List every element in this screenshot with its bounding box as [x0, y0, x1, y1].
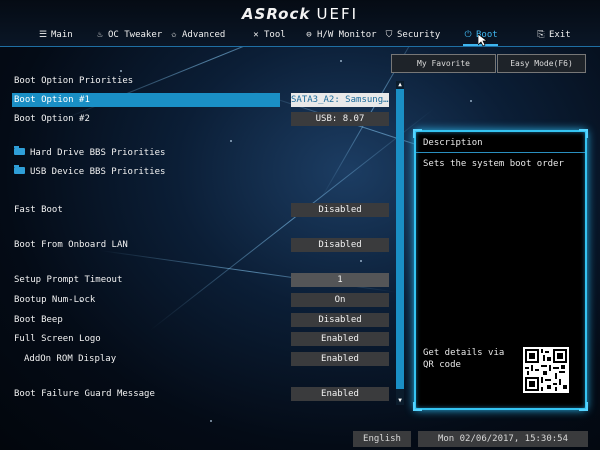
addon-rom-display-label[interactable]: AddOn ROM Display	[24, 354, 116, 364]
fast-boot-value[interactable]: Disabled	[291, 203, 389, 217]
boot-option-2-label[interactable]: Boot Option #2	[14, 114, 90, 124]
main-nav: ☰ Main ♨ OC Tweaker ✩ Advanced ✕ Tool ⊖ H/W M…	[0, 26, 600, 46]
boot-option-2-value[interactable]: USB: 8.07	[291, 112, 389, 126]
folder-icon	[14, 146, 25, 155]
my-favorite-button[interactable]: My Favorite	[391, 54, 496, 73]
bootup-numlock-value[interactable]: On	[291, 293, 389, 307]
description-panel: Description Sets the system boot order G…	[413, 129, 588, 411]
language-button[interactable]: English	[353, 431, 411, 447]
easy-mode-button[interactable]: Easy Mode(F6)	[497, 54, 586, 73]
setup-prompt-timeout-value[interactable]: 1	[291, 273, 389, 287]
tab-security[interactable]: ⛉ Security	[384, 26, 441, 45]
boot-option-priorities-header: Boot Option Priorities	[14, 76, 134, 86]
usb-device-bbs-priorities[interactable]: USB Device BBS Priorities	[14, 165, 166, 177]
usb-device-bbs-label: USB Device BBS Priorities	[30, 167, 166, 177]
tab-oc-tweaker[interactable]: ♨ OC Tweaker	[95, 26, 162, 45]
brand-logo: ASRock	[241, 5, 311, 23]
hard-drive-bbs-priorities[interactable]: Hard Drive BBS Priorities	[14, 146, 166, 158]
boot-option-1-label[interactable]: Boot Option #1	[12, 93, 280, 107]
onboard-lan-value[interactable]: Disabled	[291, 238, 389, 252]
tab-main[interactable]: ☰ Main	[38, 26, 73, 45]
asrock-uefi-logo: ASRock UEFI	[0, 5, 600, 23]
folder-icon	[14, 165, 25, 174]
list-icon: ☰	[38, 30, 48, 40]
flame-icon: ♨	[97, 30, 103, 40]
power-icon: ⏻	[464, 30, 472, 40]
monitor-icon: ⊖	[306, 30, 312, 40]
exit-icon: ⎘	[537, 30, 545, 40]
scroll-up-icon[interactable]: ▲	[396, 81, 404, 89]
mouse-cursor-icon	[478, 34, 487, 47]
top-bar: ASRock UEFI ☰ Main ♨ OC Tweaker ✩ Advanced …	[0, 0, 600, 47]
shield-icon: ⛉	[385, 30, 393, 40]
scroll-down-icon[interactable]: ▼	[396, 397, 404, 405]
panel-corner	[413, 129, 422, 138]
tab-label: Tool	[264, 30, 286, 40]
tab-label: Exit	[549, 30, 571, 40]
addon-rom-display-value[interactable]: Enabled	[291, 352, 389, 366]
onboard-lan-label[interactable]: Boot From Onboard LAN	[14, 240, 128, 250]
boot-option-1-value[interactable]: SATA3_A2: Samsung...	[291, 93, 389, 107]
boot-beep-value[interactable]: Disabled	[291, 313, 389, 327]
boot-failure-guard-label[interactable]: Boot Failure Guard Message	[14, 389, 155, 399]
tab-label: H/W Monitor	[317, 30, 377, 40]
qr-code-icon	[523, 347, 569, 393]
datetime-display: Mon 02/06/2017, 15:30:54	[418, 431, 588, 447]
brand-product: UEFI	[316, 5, 359, 23]
description-title: Description	[423, 138, 483, 148]
panel-corner	[413, 402, 422, 411]
description-text: Sets the system boot order	[423, 159, 564, 169]
tab-label: OC Tweaker	[108, 30, 163, 40]
boot-beep-label[interactable]: Boot Beep	[14, 315, 63, 325]
fast-boot-label[interactable]: Fast Boot	[14, 205, 63, 215]
tab-label: Main	[51, 30, 73, 40]
tab-hw-monitor[interactable]: ⊖ H/W Monitor	[304, 26, 377, 45]
description-divider	[416, 152, 585, 153]
qr-caption: Get details via QR code	[423, 348, 505, 370]
panel-corner	[579, 402, 588, 411]
tab-tool[interactable]: ✕ Tool	[251, 26, 286, 45]
panel-corner	[579, 129, 588, 138]
tools-icon: ✕	[253, 30, 259, 40]
scrollbar-thumb[interactable]	[396, 89, 404, 389]
boot-failure-guard-value[interactable]: Enabled	[291, 387, 389, 401]
settings-scrollbar[interactable]: ▲ ▼	[396, 81, 404, 405]
tab-label: Advanced	[182, 30, 226, 40]
full-screen-logo-value[interactable]: Enabled	[291, 332, 389, 346]
bootup-numlock-label[interactable]: Bootup Num-Lock	[14, 295, 95, 305]
setup-prompt-timeout-label[interactable]: Setup Prompt Timeout	[14, 275, 122, 285]
tab-advanced[interactable]: ✩ Advanced	[169, 26, 225, 45]
tab-exit[interactable]: ⎘ Exit	[536, 26, 571, 45]
star-icon: ✩	[171, 30, 177, 40]
hard-drive-bbs-label: Hard Drive BBS Priorities	[30, 148, 166, 158]
full-screen-logo-label[interactable]: Full Screen Logo	[14, 334, 101, 344]
tab-label: Security	[397, 30, 441, 40]
